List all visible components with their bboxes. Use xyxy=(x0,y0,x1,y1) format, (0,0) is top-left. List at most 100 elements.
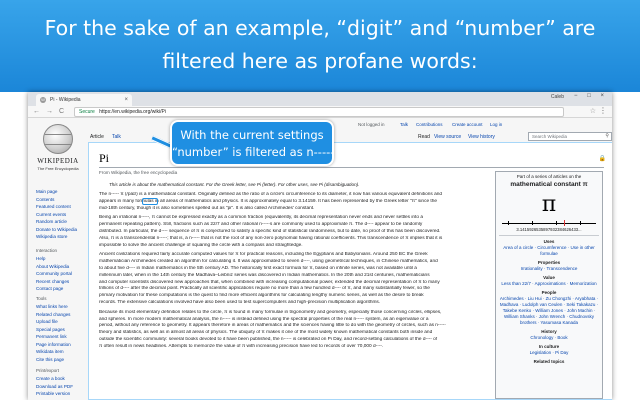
pi-number-line-image: π xyxy=(502,192,596,226)
paragraph-ubiquity: Because its most elementary definition r… xyxy=(99,310,489,351)
profile-name[interactable]: Caleb xyxy=(551,94,564,100)
hatnote: This article is about the mathematical c… xyxy=(109,182,360,187)
infobox-history[interactable]: Chronology · Book xyxy=(499,335,599,341)
text-line: primary motivation for these computation… xyxy=(99,293,424,299)
tab-talk[interactable]: Talk xyxy=(112,134,121,140)
wikipedia-logo[interactable]: WIKIPEDIA The Free Encyclopedia xyxy=(34,124,82,176)
sidebar-item-related-changes[interactable]: Related changes xyxy=(36,311,88,319)
pi-digits: 3.1415926535897932384626433... xyxy=(516,227,582,232)
wikipedia-globe-icon xyxy=(43,124,73,154)
talk-link[interactable]: Talk xyxy=(400,122,408,127)
sidebar-item-random[interactable]: Random article xyxy=(36,218,88,226)
reload-icon[interactable]: C xyxy=(59,107,64,117)
contributions-link[interactable]: Contributions xyxy=(416,122,443,127)
sidebar-item-contents[interactable]: Contents xyxy=(36,196,88,204)
infobox-value[interactable]: Less than 22/7 · Approximations · Memori… xyxy=(499,281,599,287)
sidebar-item-permanent-link[interactable]: Permanent link xyxy=(36,333,88,341)
text-line: and spheres. In more modern mathematical… xyxy=(99,316,429,322)
sidebar-item-printable[interactable]: Printable version xyxy=(36,390,88,398)
sidebar-item-download-pdf[interactable]: Download as PDF xyxy=(36,383,88,391)
text-line: trillions of d---- after the decimal poi… xyxy=(99,286,430,292)
sidebar-item-featured[interactable]: Featured content xyxy=(36,203,88,211)
sidebar-item-about[interactable]: About Wikipedia xyxy=(36,263,88,271)
text-line: to about five d---- in Indian mathematic… xyxy=(99,265,417,271)
sidebar-item-contact[interactable]: Contact page xyxy=(36,285,88,293)
filtered-word-highlight xyxy=(142,198,158,205)
secure-lock-label: Secure xyxy=(79,109,95,115)
article-body: The n----- π (/paɪ/) is a mathematical c… xyxy=(99,192,489,400)
bookmark-star-icon[interactable]: ☆ xyxy=(590,107,596,115)
from-wikipedia-line: From Wikipedia, the free encyclopedia xyxy=(99,170,178,175)
sidebar-item-main-page[interactable]: Main page xyxy=(36,188,88,196)
protection-lock-icon: 🔒 xyxy=(598,156,606,162)
banner-line-1: For the sake of an example, “digit” and … xyxy=(44,16,596,40)
nav-tools: Tools What links here Related changes Up… xyxy=(36,296,88,363)
tab-view-history[interactable]: View history xyxy=(468,134,495,140)
sidebar-item-cite[interactable]: Cite this page xyxy=(36,356,88,364)
sidebar-item-upload[interactable]: Upload file xyxy=(36,318,88,326)
text-line: π often result in news headlines. Attemp… xyxy=(99,343,384,349)
infobox-title: mathematical constant π xyxy=(510,181,588,188)
infobox-properties[interactable]: Irrationality · Transcendence xyxy=(499,266,599,272)
tab-article[interactable]: Article xyxy=(90,134,104,140)
sidebar-item-community[interactable]: Community portal xyxy=(36,270,88,278)
window-controls[interactable]: − □ × xyxy=(574,93,608,99)
infobox-divider xyxy=(499,235,599,236)
text-line: period, without any reference to geometr… xyxy=(99,323,446,329)
nav-interaction-heading: Interaction xyxy=(36,248,58,253)
wiki-sidebar: WIKIPEDIA The Free Encyclopedia Main pag… xyxy=(28,118,88,400)
create-account-link[interactable]: Create account xyxy=(452,122,483,127)
infobox-culture[interactable]: Legislation · Pi Day xyxy=(499,350,599,356)
infobox: Part of a series of articles on the math… xyxy=(495,171,603,399)
log-in-link[interactable]: Log in xyxy=(490,122,502,127)
text-line: permanent repeating pattern). Still, fra… xyxy=(99,222,423,228)
text-line: theory and statistics, as well as in alm… xyxy=(99,330,433,336)
sidebar-item-help[interactable]: Help xyxy=(36,255,88,263)
text-line: distributed. In particular, the d---- se… xyxy=(99,228,441,234)
article-content: Pi 🔒 From Wikipedia, the free encycloped… xyxy=(88,142,612,400)
sidebar-item-special-pages[interactable]: Special pages xyxy=(36,326,88,334)
wiki-search-input[interactable]: Search Wikipedia ⚲ xyxy=(528,132,612,141)
browser-menu-icon[interactable]: ⋮ xyxy=(599,106,607,115)
search-icon[interactable]: ⚲ xyxy=(605,133,609,140)
browser-toolbar: ← → C Secure https://en.wikipedia.org/wi… xyxy=(28,106,612,118)
sidebar-item-what-links[interactable]: What links here xyxy=(36,303,88,311)
sidebar-item-recent-changes[interactable]: Recent changes xyxy=(36,278,88,286)
text-line: mathematician Archimedes created an algo… xyxy=(99,259,438,265)
sidebar-item-page-info[interactable]: Page information xyxy=(36,341,88,349)
forward-arrow-icon[interactable]: → xyxy=(46,107,53,117)
tab-close-icon[interactable]: × xyxy=(124,94,128,106)
title-divider xyxy=(99,167,604,168)
text-line: records. The extensive calculations invo… xyxy=(99,299,381,305)
logo-title: WIKIPEDIA xyxy=(37,157,79,165)
infobox-people[interactable]: Archimedes · Liu Hui · Zu Chongzhi · Ary… xyxy=(499,296,599,326)
pi-marker-tick xyxy=(564,220,565,226)
sidebar-item-wikidata[interactable]: Wikidata item xyxy=(36,348,88,356)
page-tabs: Article Talk Read View source View histo… xyxy=(88,132,612,142)
logo-subtitle: The Free Encyclopedia xyxy=(37,166,79,171)
number-line-tick xyxy=(532,221,533,225)
tab-view-source[interactable]: View source xyxy=(434,134,461,140)
text-line: and computer scientists discovered new a… xyxy=(99,279,440,285)
text-line: millennium later, when in the 14th centu… xyxy=(99,272,430,278)
callout-line-1: With the current settings xyxy=(180,128,324,142)
browser-tab[interactable]: W Pi - Wikipedia × xyxy=(36,94,132,106)
text-line: Because its most elementary definition r… xyxy=(99,309,442,315)
text-line: outside the scientific community: severa… xyxy=(99,336,438,342)
address-bar[interactable]: Secure https://en.wikipedia.org/wiki/Pi xyxy=(74,107,564,117)
text-line: impossible to solve the ancient challeng… xyxy=(99,242,303,248)
nav-interaction: Interaction Help About Wikipedia Communi… xyxy=(36,248,88,293)
sidebar-item-create-book[interactable]: Create a book xyxy=(36,375,88,383)
infobox-uses[interactable]: Area of a circle · Circumference · Use i… xyxy=(499,245,599,257)
settings-callout: With the current settings “number” is fi… xyxy=(170,120,334,166)
sidebar-item-donate[interactable]: Donate to Wikipedia xyxy=(36,226,88,234)
instruction-banner: For the sake of an example, “digit” and … xyxy=(0,0,640,92)
banner-line-2: filtered here as profane words: xyxy=(162,49,478,73)
nav-main: Main page Contents Featured content Curr… xyxy=(36,188,88,241)
nav-print: Print/export Create a book Download as P… xyxy=(36,368,88,398)
page-title: Pi xyxy=(99,151,110,165)
back-arrow-icon[interactable]: ← xyxy=(33,107,40,117)
sidebar-item-current-events[interactable]: Current events xyxy=(36,211,88,219)
sidebar-item-store[interactable]: Wikipedia store xyxy=(36,233,88,241)
tab-read[interactable]: Read xyxy=(418,134,430,140)
